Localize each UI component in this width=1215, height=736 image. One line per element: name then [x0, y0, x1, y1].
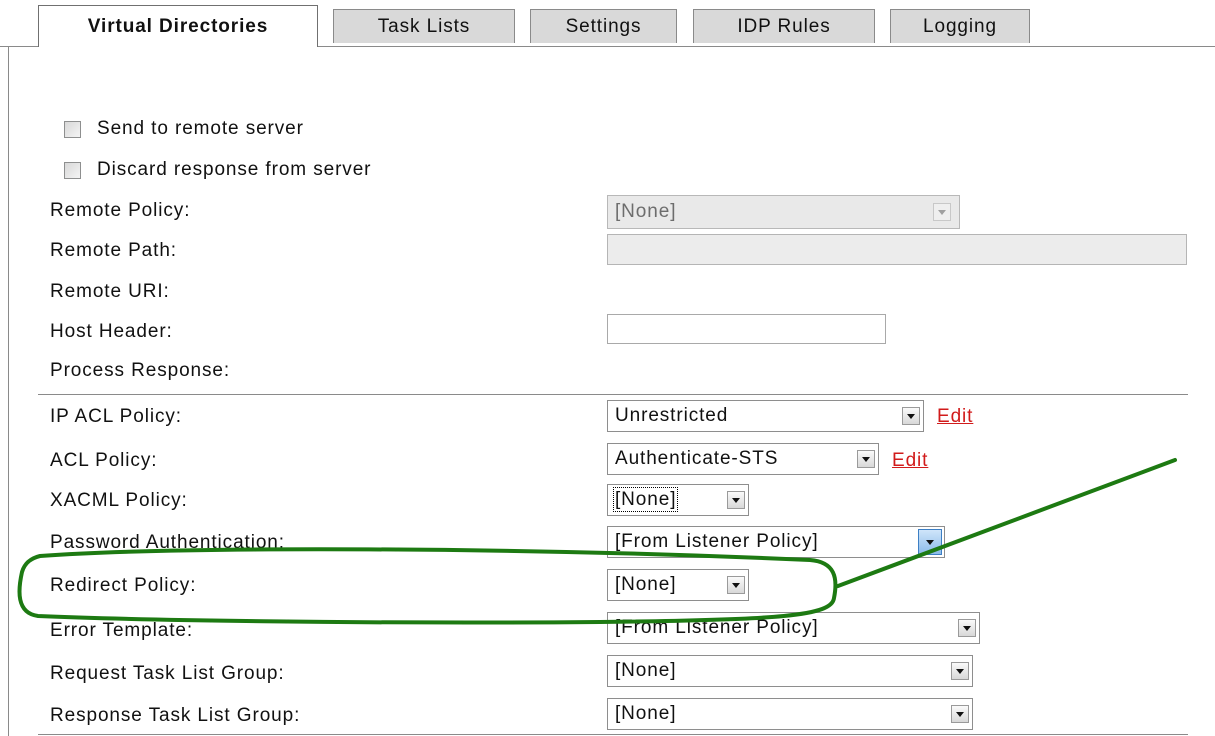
tab-idp-rules[interactable]: IDP Rules: [693, 9, 875, 43]
response-task-list-group-label: Response Task List Group:: [50, 705, 301, 726]
chevron-down-icon: [933, 203, 951, 221]
acl-policy-select[interactable]: Authenticate-STS: [607, 443, 879, 475]
response-task-list-group-value: [None]: [615, 703, 677, 724]
chevron-down-icon: [951, 662, 969, 680]
redirect-policy-value: [None]: [615, 574, 677, 595]
annotation-arrow-line: [836, 458, 1177, 588]
bottom-divider: [38, 734, 1188, 735]
redirect-policy-select[interactable]: [None]: [607, 569, 749, 601]
acl-policy-label: ACL Policy:: [50, 450, 158, 471]
chevron-down-icon: [727, 491, 745, 509]
acl-edit-link[interactable]: Edit: [892, 450, 928, 472]
tab-settings[interactable]: Settings: [530, 9, 677, 43]
remote-uri-label: Remote URI:: [50, 281, 170, 302]
response-task-list-group-select[interactable]: [None]: [607, 698, 973, 730]
panel-left-border: [8, 46, 9, 736]
password-authentication-label: Password Authentication:: [50, 532, 285, 553]
chevron-down-icon: [857, 450, 875, 468]
remote-policy-value: [None]: [615, 201, 677, 222]
request-task-list-group-label: Request Task List Group:: [50, 663, 285, 684]
ip-acl-policy-label: IP ACL Policy:: [50, 406, 182, 427]
request-task-list-group-value: [None]: [615, 660, 677, 681]
tab-task-lists[interactable]: Task Lists: [333, 9, 515, 43]
error-template-value: [From Listener Policy]: [615, 617, 819, 638]
tab-logging[interactable]: Logging: [890, 9, 1030, 43]
host-header-input[interactable]: [607, 314, 886, 344]
send-to-remote-checkbox[interactable]: [64, 120, 81, 138]
tab-virtual-directories[interactable]: Virtual Directories: [38, 5, 318, 47]
password-authentication-select[interactable]: [From Listener Policy]: [607, 526, 945, 558]
chevron-down-icon: [727, 576, 745, 594]
chevron-down-icon: [918, 529, 942, 555]
request-task-list-group-select[interactable]: [None]: [607, 655, 973, 687]
host-header-label: Host Header:: [50, 321, 173, 342]
acl-policy-value: Authenticate-STS: [615, 448, 779, 469]
send-to-remote-row[interactable]: Send to remote server: [64, 118, 304, 140]
remote-path-label: Remote Path:: [50, 240, 177, 261]
chevron-down-icon: [902, 407, 920, 425]
remote-path-input[interactable]: [607, 234, 1187, 265]
xacml-policy-value-wrap: [None]: [608, 487, 727, 512]
remote-policy-label: Remote Policy:: [50, 200, 191, 221]
redirect-policy-label: Redirect Policy:: [50, 575, 197, 596]
ip-acl-policy-select[interactable]: Unrestricted: [607, 400, 924, 432]
discard-response-label: Discard response from server: [97, 159, 372, 180]
xacml-policy-label: XACML Policy:: [50, 490, 188, 511]
chevron-down-icon: [958, 619, 976, 637]
tab-bar: Virtual Directories Task Lists Settings …: [0, 0, 1215, 50]
process-response-label: Process Response:: [50, 360, 231, 381]
discard-response-row[interactable]: Discard response from server: [64, 159, 371, 181]
remote-policy-select[interactable]: [None]: [607, 195, 960, 229]
chevron-down-icon: [951, 705, 969, 723]
error-template-select[interactable]: [From Listener Policy]: [607, 612, 980, 644]
send-to-remote-label: Send to remote server: [97, 118, 304, 139]
section-divider: [38, 394, 1188, 395]
xacml-policy-value: [None]: [612, 487, 679, 512]
error-template-label: Error Template:: [50, 620, 194, 641]
ip-acl-policy-value: Unrestricted: [615, 405, 729, 426]
discard-response-checkbox[interactable]: [64, 161, 81, 179]
ip-acl-edit-link[interactable]: Edit: [937, 406, 973, 428]
password-authentication-value: [From Listener Policy]: [615, 531, 819, 552]
xacml-policy-select[interactable]: [None]: [607, 484, 749, 516]
